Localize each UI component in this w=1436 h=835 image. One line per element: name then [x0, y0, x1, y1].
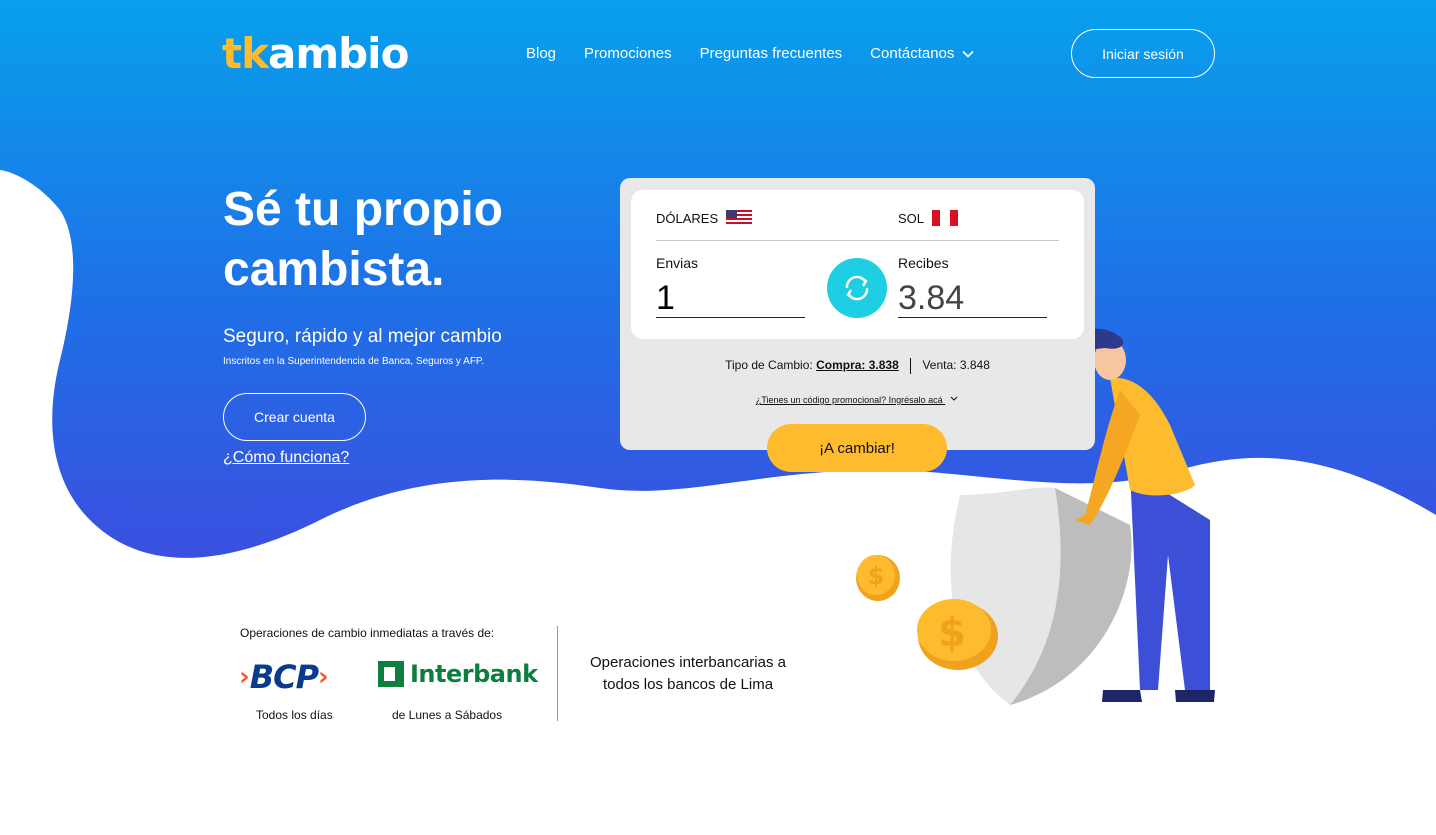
logo-part-ambio: ambio [268, 29, 409, 78]
promo-code-toggle[interactable]: ¿Tienes un código promocional? Ingrésalo… [620, 395, 1095, 405]
nav-preguntas-frecuentes[interactable]: Preguntas frecuentes [700, 45, 843, 62]
nav-contactanos-label: Contáctanos [870, 45, 955, 62]
chevron-down-icon [962, 50, 974, 58]
bcp-logo-text: BCP [249, 658, 319, 696]
hero-subtitle: Seguro, rápido y al mejor cambio [223, 326, 502, 347]
svg-text:$: $ [938, 610, 966, 656]
tkambio-logo[interactable]: tkambio [222, 29, 409, 78]
rate-prefix: Tipo de Cambio: [725, 358, 813, 373]
refresh-icon [845, 275, 869, 301]
us-flag-icon [726, 210, 753, 226]
hero-section: Sé tu propio cambista. Seguro, rápido y … [223, 180, 603, 467]
how-it-works-link[interactable]: ¿Cómo funciona? [223, 449, 349, 467]
converter-card: DÓLARES SOL Envias 1 Recibes 3.84 [631, 190, 1084, 339]
interbank-schedule: de Lunes a Sábados [392, 708, 503, 722]
coin-icon: $ [856, 555, 900, 601]
to-currency-selector[interactable]: SOL [898, 210, 959, 226]
bcp-chevron-left-icon: › [239, 662, 250, 692]
receive-amount-input[interactable] [898, 280, 1047, 318]
logo-part-tk: tk [222, 29, 269, 78]
from-currency-label: DÓLARES [656, 210, 719, 226]
interbank-logo: Interbank [378, 660, 538, 688]
peru-flag-icon [932, 210, 959, 226]
receive-label: Recibes [898, 255, 949, 271]
interbank-icon [378, 661, 404, 687]
site-header: tkambio Blog Promociones Preguntas frecu… [0, 0, 1436, 110]
create-account-button[interactable]: Crear cuenta [223, 393, 366, 441]
interbank-logo-text: Interbank [410, 660, 538, 688]
bcp-schedule: Todos los días [256, 708, 333, 722]
send-amount-input[interactable] [656, 280, 805, 318]
main-nav: Blog Promociones Preguntas frecuentes Co… [526, 45, 1002, 62]
nav-promociones[interactable]: Promociones [584, 45, 672, 62]
from-currency-selector[interactable]: DÓLARES [656, 210, 753, 226]
swap-currencies-button[interactable] [827, 258, 887, 318]
bcp-chevron-right-icon: › [318, 662, 329, 692]
interbank-operations-note: Operaciones interbancarias a todos los b… [590, 654, 786, 693]
promo-code-text: ¿Tienes un código promocional? Ingrésalo… [755, 395, 943, 405]
currency-divider [656, 240, 1059, 241]
buy-rate[interactable]: Compra: 3.838 [816, 358, 899, 372]
hero-regulatory-note: Inscritos en la Superintendencia de Banc… [223, 356, 485, 367]
exchange-widget: DÓLARES SOL Envias 1 Recibes 3.84 Tipo d… [620, 178, 1095, 450]
nav-blog[interactable]: Blog [526, 45, 556, 62]
nav-contactanos[interactable]: Contáctanos [870, 45, 974, 62]
sell-rate: Venta: 3.848 [922, 358, 990, 373]
svg-text:$: $ [868, 562, 885, 590]
hero-title: Sé tu propio cambista. [223, 183, 503, 296]
to-currency-label: SOL [898, 210, 925, 226]
banks-title: Operaciones de cambio inmediatas a travé… [240, 626, 495, 640]
banks-divider [557, 626, 558, 721]
exchange-cta-button[interactable]: ¡A cambiar! [767, 424, 947, 472]
bcp-logo: › BCP › [239, 658, 329, 696]
rate-separator [910, 358, 912, 374]
exchange-rate-row: Tipo de Cambio: Compra: 3.838 Venta: 3.8… [620, 358, 1095, 374]
chevron-down-icon [950, 396, 958, 401]
login-button[interactable]: Iniciar sesión [1071, 29, 1215, 78]
send-label: Envias [656, 255, 699, 271]
